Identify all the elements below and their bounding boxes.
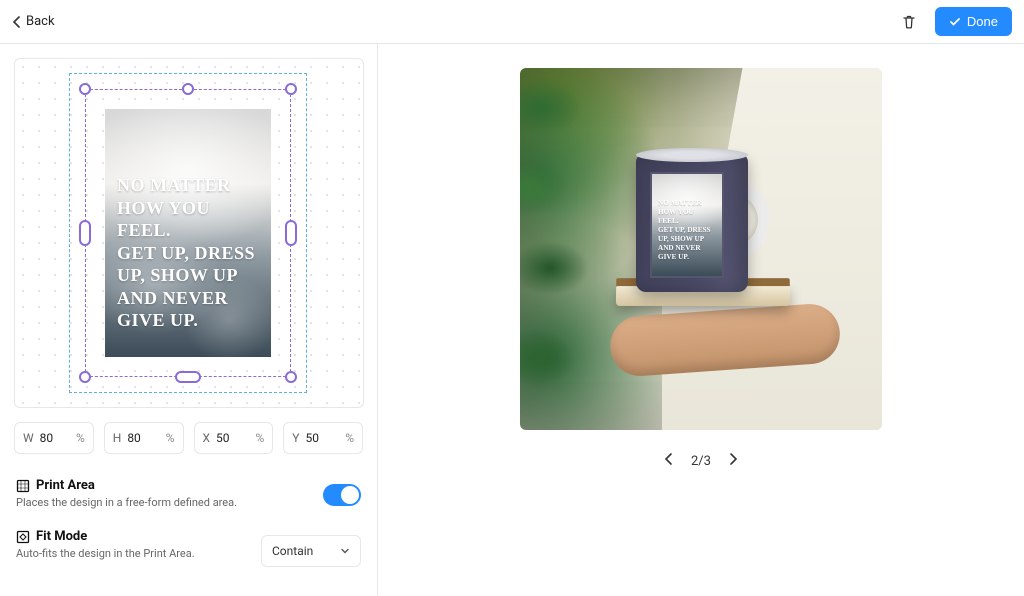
- y-field[interactable]: Y 50 %: [283, 422, 363, 454]
- print-area-desc: Places the design in a free-form defined…: [16, 496, 311, 509]
- resize-handle-n[interactable]: [182, 83, 194, 95]
- fit-mode-desc: Auto-fits the design in the Print Area.: [16, 547, 249, 560]
- back-label: Back: [26, 14, 55, 29]
- print-area-title-row: Print Area: [16, 478, 311, 493]
- fit-mode-title-row: Fit Mode: [16, 529, 249, 544]
- resize-handle-w[interactable]: [79, 220, 91, 246]
- pager-next[interactable]: [723, 448, 743, 474]
- resize-handle-ne[interactable]: [285, 83, 297, 95]
- right-panel: NO MATTER HOW YOU FEEL. GET UP, DRESS UP…: [378, 44, 1024, 596]
- fit-mode-value: Contain: [272, 544, 313, 558]
- width-field[interactable]: W 80 %: [14, 422, 94, 454]
- y-label: Y: [292, 431, 299, 445]
- topbar: Back Done: [0, 0, 1024, 44]
- dimensions-row: W 80 % H 80 % X 50 % Y 50 %: [14, 422, 363, 454]
- resize-handle-se[interactable]: [285, 371, 297, 383]
- pager-prev[interactable]: [659, 448, 679, 474]
- done-button[interactable]: Done: [935, 7, 1012, 36]
- topbar-right: Done: [893, 6, 1012, 38]
- print-area-title: Print Area: [36, 478, 95, 493]
- print-area-section: Print Area Places the design in a free-f…: [14, 468, 363, 519]
- main: NO MATTER HOW YOU FEEL. GET UP, DRESS UP…: [0, 44, 1024, 596]
- print-area-toggle[interactable]: [323, 484, 361, 506]
- mug-body: NO MATTER HOW YOU FEEL. GET UP, DRESS UP…: [636, 154, 748, 292]
- artwork-text: NO MATTER HOW YOU FEEL. GET UP, DRESS UP…: [117, 174, 259, 332]
- design-canvas[interactable]: NO MATTER HOW YOU FEEL. GET UP, DRESS UP…: [14, 58, 364, 408]
- resize-handle-sw[interactable]: [79, 371, 91, 383]
- resize-handle-nw[interactable]: [79, 83, 91, 95]
- back-button[interactable]: Back: [12, 14, 55, 29]
- width-unit: %: [76, 431, 85, 445]
- mug: NO MATTER HOW YOU FEEL. GET UP, DRESS UP…: [636, 154, 766, 294]
- fit-mode-select[interactable]: Contain: [261, 535, 361, 567]
- fit-mode-section: Fit Mode Auto-fits the design in the Pri…: [14, 519, 363, 577]
- fit-mode-title: Fit Mode: [36, 529, 87, 544]
- mockup-preview: NO MATTER HOW YOU FEEL. GET UP, DRESS UP…: [520, 68, 882, 430]
- resize-handle-e[interactable]: [285, 220, 297, 246]
- mug-artwork-text: NO MATTER HOW YOU FEEL. GET UP, DRESS UP…: [658, 199, 711, 261]
- left-panel: NO MATTER HOW YOU FEEL. GET UP, DRESS UP…: [0, 44, 378, 596]
- fit-mode-icon: [16, 530, 30, 544]
- mug-artwork: NO MATTER HOW YOU FEEL. GET UP, DRESS UP…: [650, 172, 724, 278]
- width-value: 80: [40, 431, 70, 445]
- preview-pager: 2/3: [659, 448, 743, 474]
- x-unit: %: [255, 431, 264, 445]
- trash-icon: [901, 14, 917, 30]
- height-field[interactable]: H 80 %: [104, 422, 184, 454]
- check-icon: [949, 16, 961, 28]
- y-unit: %: [345, 431, 354, 445]
- chevron-down-icon: [340, 546, 350, 556]
- x-label: X: [203, 431, 211, 445]
- x-field[interactable]: X 50 %: [194, 422, 274, 454]
- height-unit: %: [166, 431, 175, 445]
- pager-label: 2/3: [691, 454, 711, 469]
- mug-rim: [636, 148, 748, 162]
- y-value: 50: [305, 431, 339, 445]
- chevron-left-icon: [12, 16, 22, 28]
- height-value: 80: [127, 431, 159, 445]
- delete-button[interactable]: [893, 6, 925, 38]
- resize-handle-s[interactable]: [175, 371, 201, 383]
- done-label: Done: [967, 14, 998, 29]
- print-area-icon: [16, 479, 30, 493]
- x-value: 50: [216, 431, 249, 445]
- width-label: W: [23, 431, 34, 445]
- height-label: H: [113, 431, 122, 445]
